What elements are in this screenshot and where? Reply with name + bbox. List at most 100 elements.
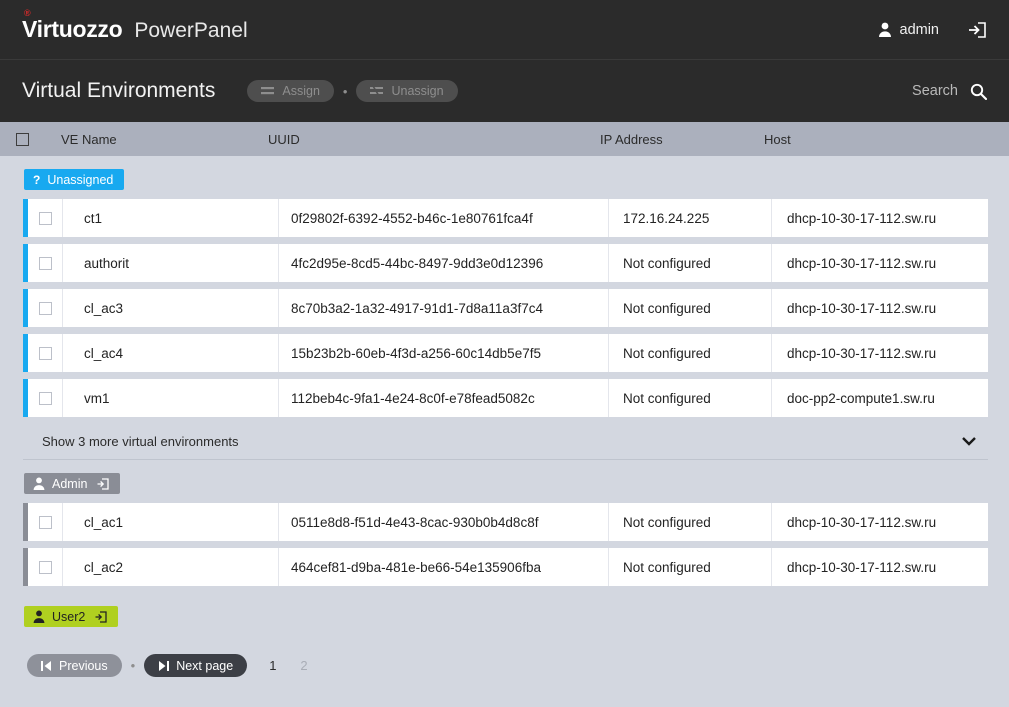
question-mark-icon: ? bbox=[33, 172, 41, 187]
show-more-label: Show 3 more virtual environments bbox=[42, 434, 239, 449]
group-badge-label: Admin bbox=[52, 476, 88, 491]
cell-ve-name: cl_ac2 bbox=[63, 548, 279, 586]
select-all-checkbox[interactable] bbox=[15, 132, 29, 146]
toolbar-separator: • bbox=[342, 83, 348, 99]
table-row[interactable]: ct1 0f29802f-6392-4552-b46c-1e80761fca4f 1… bbox=[23, 199, 988, 237]
current-user[interactable]: admin bbox=[878, 21, 940, 38]
cell-uuid: 0511e8d8-f51d-4e43-8cac-930b0b4d8c8f bbox=[279, 503, 609, 541]
row-checkbox[interactable] bbox=[38, 346, 52, 360]
cell-ip-address: Not configured bbox=[609, 244, 772, 282]
cell-ip-address: 172.16.24.225 bbox=[609, 199, 772, 237]
group-badge-user2[interactable]: User2 bbox=[24, 606, 119, 627]
table-group-admin: cl_ac1 0511e8d8-f51d-4e43-8cac-930b0b4d8c… bbox=[23, 503, 988, 586]
select-all-cell[interactable] bbox=[0, 132, 40, 146]
assign-lines-icon bbox=[261, 86, 275, 96]
top-bar: ® Virtuozzo PowerPanel admin bbox=[0, 0, 1009, 60]
search-input[interactable] bbox=[886, 83, 958, 99]
group-badge-label: Unassigned bbox=[47, 172, 114, 187]
brand-logo[interactable]: ® Virtuozzo PowerPanel bbox=[22, 8, 248, 43]
row-checkbox[interactable] bbox=[38, 560, 52, 574]
toolbar-actions: Assign • Unassign bbox=[247, 80, 458, 102]
table-header-row: VE Name UUID IP Address Host bbox=[0, 122, 1009, 156]
column-header-ip-address[interactable]: IP Address bbox=[586, 132, 749, 147]
table-row[interactable]: cl_ac4 15b23b2b-60eb-4f3d-a256-60c14db5e7… bbox=[23, 334, 988, 372]
table-group-unassigned: ct1 0f29802f-6392-4552-b46c-1e80761fca4f 1… bbox=[23, 199, 988, 417]
column-header-ve-name[interactable]: VE Name bbox=[40, 132, 256, 147]
row-checkbox-cell[interactable] bbox=[28, 548, 63, 586]
unassign-button-label: Unassign bbox=[391, 84, 444, 98]
row-checkbox[interactable] bbox=[38, 301, 52, 315]
cell-ve-name: cl_ac4 bbox=[63, 334, 279, 372]
search-area[interactable] bbox=[886, 83, 987, 100]
current-user-name: admin bbox=[899, 21, 940, 38]
unassign-lines-icon bbox=[370, 86, 384, 96]
group-badge-label: User2 bbox=[52, 609, 86, 624]
column-header-uuid[interactable]: UUID bbox=[256, 132, 586, 147]
cell-uuid: 4fc2d95e-8cd5-44bc-8497-9dd3e0d12396 bbox=[279, 244, 609, 282]
cell-host: dhcp-10-30-17-112.sw.ru bbox=[787, 255, 937, 271]
cell-host: dhcp-10-30-17-112.sw.ru bbox=[787, 300, 937, 316]
first-page-icon bbox=[41, 660, 52, 671]
cell-ip-address: Not configured bbox=[609, 379, 772, 417]
product-name: PowerPanel bbox=[134, 19, 248, 42]
cell-ve-name: vm1 bbox=[63, 379, 279, 417]
table-row[interactable]: vm1 112beb4c-9fa1-4e24-8c0f-e78fead5082c N… bbox=[23, 379, 988, 417]
row-checkbox-cell[interactable] bbox=[28, 199, 63, 237]
login-arrow-icon[interactable] bbox=[97, 477, 110, 490]
cell-ip-address: Not configured bbox=[609, 548, 772, 586]
previous-page-button[interactable]: Previous bbox=[27, 654, 122, 677]
person-icon bbox=[33, 477, 45, 490]
person-icon bbox=[878, 22, 892, 37]
page-title: Virtual Environments bbox=[22, 79, 216, 102]
trademark-mark: ® bbox=[24, 8, 31, 18]
pagination: Previous • Next page 1 2 bbox=[0, 636, 1009, 677]
cell-host: dhcp-10-30-17-112.sw.ru bbox=[787, 559, 937, 575]
login-arrow-icon[interactable] bbox=[95, 610, 107, 623]
group-badge-unassigned[interactable]: ? Unassigned bbox=[24, 169, 125, 190]
pagination-separator: • bbox=[130, 658, 136, 673]
cell-host: dhcp-10-30-17-112.sw.ru bbox=[787, 345, 937, 361]
cell-ip-address: Not configured bbox=[609, 334, 772, 372]
row-checkbox[interactable] bbox=[38, 211, 52, 225]
group-badge-admin[interactable]: Admin bbox=[24, 473, 121, 494]
unassign-button[interactable]: Unassign bbox=[356, 80, 458, 102]
cell-uuid: 15b23b2b-60eb-4f3d-a256-60c14db5e7f5 bbox=[279, 334, 609, 372]
cell-ve-name: ct1 bbox=[63, 199, 279, 237]
table-row[interactable]: cl_ac1 0511e8d8-f51d-4e43-8cac-930b0b4d8c… bbox=[23, 503, 988, 541]
row-checkbox[interactable] bbox=[38, 515, 52, 529]
row-checkbox[interactable] bbox=[38, 391, 52, 405]
next-page-button[interactable]: Next page bbox=[144, 654, 248, 677]
next-page-label: Next page bbox=[176, 658, 234, 673]
cell-host: dhcp-10-30-17-112.sw.ru bbox=[787, 210, 937, 226]
page-number-1[interactable]: 1 bbox=[269, 658, 276, 673]
cell-ve-name: cl_ac3 bbox=[63, 289, 279, 327]
search-icon[interactable] bbox=[970, 83, 987, 100]
table-row[interactable]: cl_ac3 8c70b3a2-1a32-4917-91d1-7d8a11a3f7… bbox=[23, 289, 988, 327]
cell-uuid: 0f29802f-6392-4552-b46c-1e80761fca4f bbox=[279, 199, 609, 237]
cell-uuid: 112beb4c-9fa1-4e24-8c0f-e78fead5082c bbox=[279, 379, 609, 417]
cell-ve-name: authorit bbox=[63, 244, 279, 282]
assign-button-label: Assign bbox=[282, 84, 320, 98]
row-checkbox-cell[interactable] bbox=[28, 503, 63, 541]
cell-host: dhcp-10-30-17-112.sw.ru bbox=[787, 514, 937, 530]
next-page-icon bbox=[158, 660, 170, 671]
cell-host: doc-pp2-compute1.sw.ru bbox=[787, 390, 935, 406]
page-number-2[interactable]: 2 bbox=[300, 658, 307, 673]
row-checkbox-cell[interactable] bbox=[28, 244, 63, 282]
row-checkbox-cell[interactable] bbox=[28, 289, 63, 327]
assign-button[interactable]: Assign bbox=[247, 80, 334, 102]
column-header-host[interactable]: Host bbox=[749, 132, 1009, 147]
row-checkbox-cell[interactable] bbox=[28, 379, 63, 417]
previous-page-label: Previous bbox=[59, 658, 108, 673]
row-checkbox-cell[interactable] bbox=[28, 334, 63, 372]
show-more-row[interactable]: Show 3 more virtual environments bbox=[23, 424, 988, 460]
table-row[interactable]: cl_ac2 464cef81-d9ba-481e-be66-54e135906f… bbox=[23, 548, 988, 586]
brand-text: Virtuozzo bbox=[22, 16, 123, 42]
page-toolbar: Virtual Environments Assign • Unassign bbox=[0, 60, 1009, 122]
table-row[interactable]: authorit 4fc2d95e-8cd5-44bc-8497-9dd3e0d1… bbox=[23, 244, 988, 282]
chevron-down-icon[interactable] bbox=[962, 437, 976, 446]
row-checkbox[interactable] bbox=[38, 256, 52, 270]
table-body: ? Unassigned ct1 0f29802f-6392-4552-b46c-1e… bbox=[0, 156, 1009, 636]
cell-uuid: 464cef81-d9ba-481e-be66-54e135906fba bbox=[279, 548, 609, 586]
logout-icon[interactable] bbox=[967, 20, 987, 40]
